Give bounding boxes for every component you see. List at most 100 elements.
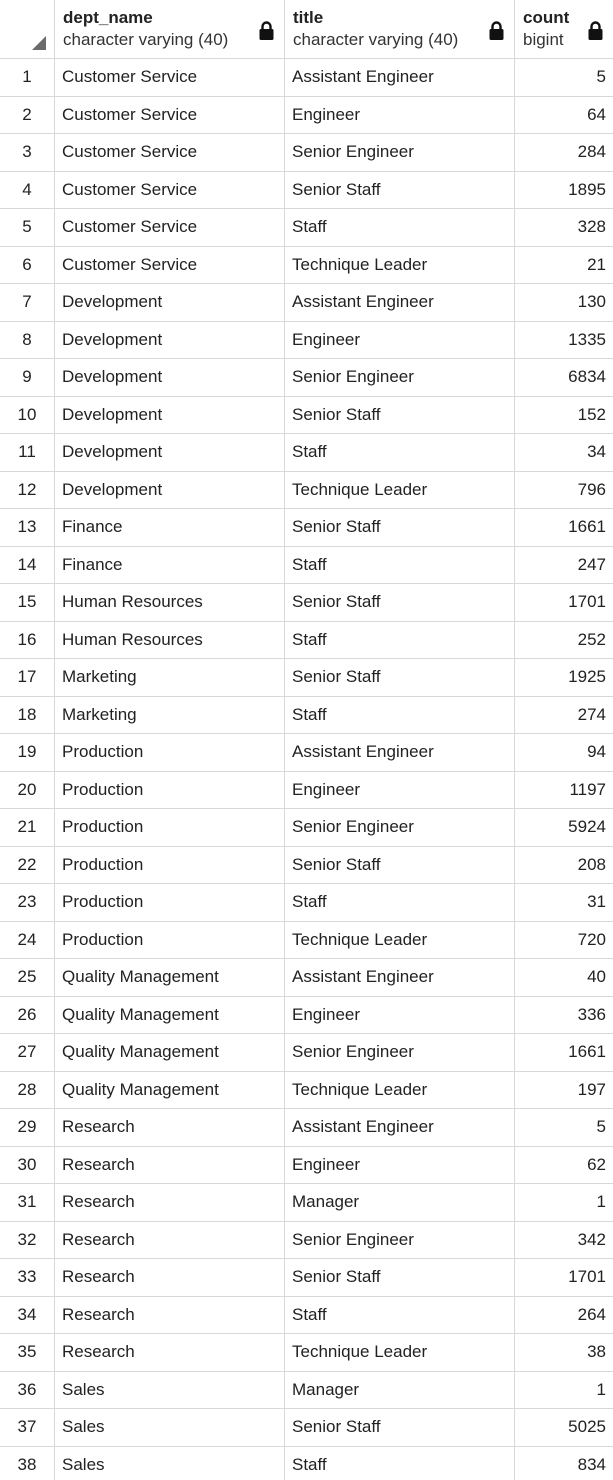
cell-count[interactable]: 336 [515, 997, 613, 1034]
table-row[interactable]: 11 Development Staff 34 [0, 434, 613, 472]
table-row[interactable]: 22 Production Senior Staff 208 [0, 846, 613, 884]
cell-count[interactable]: 284 [515, 134, 613, 171]
table-row[interactable]: 37 Sales Senior Staff 5025 [0, 1409, 613, 1447]
cell-count[interactable]: 1895 [515, 172, 613, 209]
cell-dept-name[interactable]: Research [55, 1296, 285, 1333]
cell-dept-name[interactable]: Quality Management [55, 959, 285, 996]
cell-title[interactable]: Senior Staff [285, 584, 515, 621]
cell-dept-name[interactable]: Customer Service [55, 246, 285, 283]
row-number[interactable]: 36 [0, 1371, 55, 1408]
cell-dept-name[interactable]: Customer Service [55, 171, 285, 208]
table-row[interactable]: 10 Development Senior Staff 152 [0, 396, 613, 434]
table-row[interactable]: 16 Human Resources Staff 252 [0, 621, 613, 659]
cell-title[interactable]: Senior Engineer [285, 1221, 515, 1258]
cell-title[interactable]: Engineer [285, 771, 515, 808]
cell-dept-name[interactable]: Sales [55, 1371, 285, 1408]
row-number[interactable]: 35 [0, 1334, 55, 1371]
cell-title[interactable]: Senior Staff [285, 659, 515, 696]
row-number[interactable]: 8 [0, 321, 55, 358]
table-row[interactable]: 26 Quality Management Engineer 336 [0, 996, 613, 1034]
table-row[interactable]: 29 Research Assistant Engineer 5 [0, 1109, 613, 1147]
cell-dept-name[interactable]: Quality Management [55, 996, 285, 1033]
cell-dept-name[interactable]: Sales [55, 1409, 285, 1446]
table-row[interactable]: 17 Marketing Senior Staff 1925 [0, 659, 613, 697]
cell-title[interactable]: Assistant Engineer [285, 59, 515, 96]
cell-dept-name[interactable]: Quality Management [55, 1034, 285, 1071]
row-number[interactable]: 22 [0, 846, 55, 883]
cell-dept-name[interactable]: Human Resources [55, 621, 285, 658]
row-number[interactable]: 19 [0, 734, 55, 771]
table-row[interactable]: 35 Research Technique Leader 38 [0, 1334, 613, 1372]
column-header-dept-name[interactable]: dept_name character varying (40) [55, 0, 285, 58]
row-number[interactable]: 3 [0, 134, 55, 171]
cell-title[interactable]: Senior Engineer [285, 1034, 515, 1071]
cell-count[interactable]: 5 [515, 1109, 613, 1146]
cell-dept-name[interactable]: Marketing [55, 659, 285, 696]
row-number[interactable]: 20 [0, 771, 55, 808]
cell-dept-name[interactable]: Research [55, 1259, 285, 1296]
cell-title[interactable]: Senior Staff [285, 509, 515, 546]
cell-title[interactable]: Assistant Engineer [285, 959, 515, 996]
row-number[interactable]: 18 [0, 696, 55, 733]
cell-count[interactable]: 1701 [515, 584, 613, 621]
cell-dept-name[interactable]: Production [55, 734, 285, 771]
cell-count[interactable]: 38 [515, 1334, 613, 1371]
table-row[interactable]: 8 Development Engineer 1335 [0, 321, 613, 359]
cell-dept-name[interactable]: Development [55, 471, 285, 508]
cell-dept-name[interactable]: Customer Service [55, 96, 285, 133]
cell-dept-name[interactable]: Research [55, 1334, 285, 1371]
cell-count[interactable]: 208 [515, 847, 613, 884]
cell-title[interactable]: Senior Staff [285, 396, 515, 433]
cell-count[interactable]: 834 [515, 1447, 613, 1480]
cell-count[interactable]: 197 [515, 1072, 613, 1109]
cell-title[interactable]: Assistant Engineer [285, 734, 515, 771]
row-number[interactable]: 32 [0, 1221, 55, 1258]
cell-title[interactable]: Assistant Engineer [285, 284, 515, 321]
cell-title[interactable]: Engineer [285, 1146, 515, 1183]
cell-dept-name[interactable]: Research [55, 1146, 285, 1183]
cell-count[interactable]: 1 [515, 1184, 613, 1221]
cell-count[interactable]: 1197 [515, 772, 613, 809]
row-number[interactable]: 16 [0, 621, 55, 658]
table-row[interactable]: 38 Sales Staff 834 [0, 1446, 613, 1480]
cell-title[interactable]: Senior Staff [285, 1259, 515, 1296]
row-number[interactable]: 12 [0, 471, 55, 508]
cell-dept-name[interactable]: Development [55, 434, 285, 471]
cell-dept-name[interactable]: Development [55, 284, 285, 321]
table-row[interactable]: 1 Customer Service Assistant Engineer 5 [0, 59, 613, 97]
table-row[interactable]: 6 Customer Service Technique Leader 21 [0, 246, 613, 284]
cell-dept-name[interactable]: Production [55, 846, 285, 883]
row-number[interactable]: 25 [0, 959, 55, 996]
cell-count[interactable]: 130 [515, 284, 613, 321]
cell-count[interactable]: 247 [515, 547, 613, 584]
row-number[interactable]: 14 [0, 546, 55, 583]
row-number[interactable]: 26 [0, 996, 55, 1033]
cell-count[interactable]: 1661 [515, 1034, 613, 1071]
cell-title[interactable]: Technique Leader [285, 921, 515, 958]
table-row[interactable]: 14 Finance Staff 247 [0, 546, 613, 584]
cell-dept-name[interactable]: Research [55, 1221, 285, 1258]
row-number[interactable]: 9 [0, 359, 55, 396]
cell-count[interactable]: 5 [515, 59, 613, 96]
row-number[interactable]: 10 [0, 396, 55, 433]
cell-dept-name[interactable]: Human Resources [55, 584, 285, 621]
cell-count[interactable]: 274 [515, 697, 613, 734]
cell-count[interactable]: 1925 [515, 659, 613, 696]
row-number[interactable]: 17 [0, 659, 55, 696]
table-row[interactable]: 20 Production Engineer 1197 [0, 771, 613, 809]
table-row[interactable]: 21 Production Senior Engineer 5924 [0, 809, 613, 847]
table-row[interactable]: 9 Development Senior Engineer 6834 [0, 359, 613, 397]
table-row[interactable]: 27 Quality Management Senior Engineer 1661 [0, 1034, 613, 1072]
table-row[interactable]: 32 Research Senior Engineer 342 [0, 1221, 613, 1259]
cell-title[interactable]: Staff [285, 621, 515, 658]
cell-title[interactable]: Senior Engineer [285, 134, 515, 171]
cell-dept-name[interactable]: Development [55, 396, 285, 433]
cell-dept-name[interactable]: Customer Service [55, 134, 285, 171]
row-number[interactable]: 31 [0, 1184, 55, 1221]
table-row[interactable]: 23 Production Staff 31 [0, 884, 613, 922]
cell-count[interactable]: 1 [515, 1372, 613, 1409]
table-row[interactable]: 18 Marketing Staff 274 [0, 696, 613, 734]
cell-count[interactable]: 6834 [515, 359, 613, 396]
row-number[interactable]: 29 [0, 1109, 55, 1146]
cell-dept-name[interactable]: Production [55, 771, 285, 808]
